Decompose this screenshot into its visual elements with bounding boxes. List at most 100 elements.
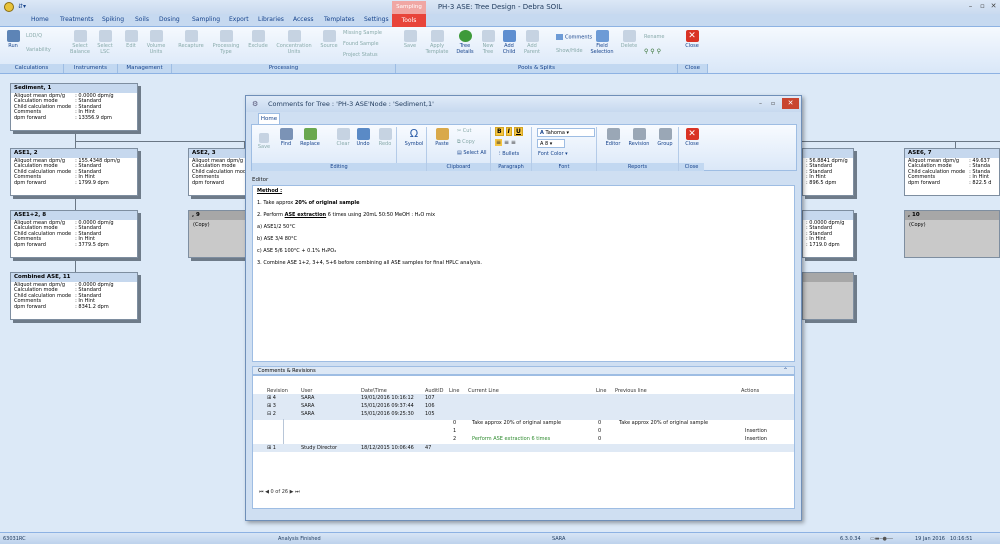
font-name-select[interactable]: A Tahoma ▾ bbox=[537, 128, 595, 137]
table-row[interactable]: ⊞ 4 bbox=[267, 395, 276, 401]
tree-node-copy-10[interactable]: , 10 (Copy) bbox=[904, 210, 1000, 258]
tab-soils[interactable]: Soils bbox=[135, 16, 149, 23]
bold-button[interactable]: B bbox=[495, 127, 504, 136]
align-left-icon[interactable]: ≡ bbox=[495, 139, 503, 146]
edit-button[interactable]: Edit bbox=[121, 30, 141, 49]
search-icons[interactable]: ⚲ ⚲ ⚲ bbox=[644, 48, 676, 56]
editor-button[interactable]: Editor bbox=[602, 128, 624, 147]
lodq-button[interactable]: LOD/Q bbox=[26, 33, 42, 39]
add-parent-button[interactable]: Add Parent bbox=[522, 30, 542, 55]
tree-node-copy-9[interactable]: , 9 (Copy) bbox=[188, 210, 248, 258]
tab-spiking[interactable]: Spiking bbox=[102, 16, 124, 23]
editor-line: c) ASE 5/6 100°C + 0.1% H₃PO₄ bbox=[257, 248, 337, 254]
tree-node-ase6[interactable]: ASE6, 7 Aliquot mean dpm/g: 49.637 Calcu… bbox=[904, 148, 1000, 196]
status-bar: 63031RC Analysis Finished SARA 6.3.0.34 … bbox=[0, 532, 1000, 544]
collapse-icon[interactable]: ⌃ bbox=[783, 367, 788, 375]
maximize-icon[interactable]: ▫ bbox=[978, 2, 987, 10]
symbol-button[interactable]: Ω Symbol bbox=[403, 128, 425, 148]
tree-node-ase1-2[interactable]: ASE1+2, 8 Aliquot mean dpm/g: 0.0000 dpm… bbox=[10, 210, 138, 258]
concentration-units-button[interactable]: Concentration Units bbox=[273, 30, 315, 55]
delete-button[interactable]: Delete bbox=[619, 30, 639, 49]
tab-home[interactable]: Home bbox=[31, 16, 49, 23]
new-tree-button[interactable]: New Tree bbox=[478, 30, 498, 55]
run-button[interactable]: Run bbox=[4, 30, 22, 49]
pager[interactable]: ⏮ ◀ 0 of 26 ▶ ⏭ bbox=[259, 489, 329, 498]
copy-button[interactable]: ⧉ Copy bbox=[457, 139, 475, 145]
tab-sampling[interactable]: Sampling bbox=[192, 16, 220, 23]
processing-type-button[interactable]: Processing Type bbox=[209, 30, 243, 55]
tree-node-ase5-6[interactable]: : 0.0000 dpm/g : Standard : Standard : I… bbox=[802, 210, 854, 258]
select-all-button[interactable]: ▤ Select All bbox=[457, 150, 487, 156]
tree-node-ase1[interactable]: ASE1, 2 Aliquot mean dpm/g: 155.4348 dpm… bbox=[10, 148, 138, 196]
tab-treatments[interactable]: Treatments bbox=[60, 16, 94, 23]
tab-libraries[interactable]: Libraries bbox=[258, 16, 284, 23]
field-selection-button[interactable]: Field Selection bbox=[589, 30, 615, 55]
table-row[interactable]: ⊟ 2 bbox=[267, 411, 276, 417]
tree-node-gray[interactable] bbox=[802, 272, 854, 320]
revisions-grid[interactable]: Revision User Date\Time AuditID Line Cur… bbox=[252, 375, 795, 509]
tab-access[interactable]: Access bbox=[293, 16, 314, 23]
paste-button[interactable]: Paste bbox=[433, 128, 451, 147]
source-button[interactable]: Source bbox=[318, 30, 340, 49]
tab-home[interactable]: Home bbox=[258, 113, 280, 124]
clear-button[interactable]: Clear bbox=[334, 128, 352, 147]
tree-node-ase5[interactable]: : 56.8841 dpm/g : Standard : Standard : … bbox=[802, 148, 854, 196]
undo-button[interactable]: Undo bbox=[354, 128, 372, 147]
table-row[interactable]: ⊞ 1 bbox=[267, 445, 276, 451]
missing-sample-button[interactable]: Missing Sample bbox=[343, 30, 382, 36]
dialog-close-icon[interactable]: ✕ bbox=[782, 98, 799, 109]
tab-dosing[interactable]: Dosing bbox=[159, 16, 180, 23]
font-size-select[interactable]: A 8 ▾ bbox=[537, 139, 565, 148]
rev-cell: 1 bbox=[272, 445, 276, 451]
italic-button[interactable]: I bbox=[505, 127, 512, 136]
comments-button[interactable]: Comments bbox=[556, 34, 592, 41]
tree-node-sediment[interactable]: Sediment, 1 Aliquot mean dpm/g: 0.0000 d… bbox=[10, 83, 138, 131]
cut-button[interactable]: ✂ Cut bbox=[457, 128, 471, 134]
minimize-icon[interactable]: – bbox=[966, 2, 975, 10]
found-sample-button[interactable]: Found Sample bbox=[343, 41, 379, 47]
tab-tools[interactable]: Tools bbox=[392, 14, 426, 27]
comments-dialog[interactable]: ⚙ Comments for Tree : 'PH-3 ASE'Node : '… bbox=[245, 95, 802, 521]
zoom-slider[interactable]: ▭▬─●── bbox=[870, 536, 893, 542]
recapture-button[interactable]: Recapture bbox=[176, 30, 206, 49]
comment-editor[interactable]: Method : 1. Take approx 20% of original … bbox=[252, 185, 795, 362]
tree-node-ase2[interactable]: ASE2, 3 Aliquot mean dpm/g Calculation m… bbox=[188, 148, 249, 196]
align-right-icon[interactable]: ≡ bbox=[511, 139, 516, 146]
redo-button[interactable]: Redo bbox=[376, 128, 394, 147]
close-window-icon[interactable]: ✕ bbox=[989, 2, 998, 10]
editor-line: b) ASE 3/4 80°C bbox=[257, 236, 298, 242]
rename-button[interactable]: Rename bbox=[644, 34, 665, 40]
exclude-button[interactable]: Exclude bbox=[246, 30, 270, 49]
underline-button[interactable]: U bbox=[514, 127, 523, 136]
group-instruments: Instruments bbox=[64, 64, 118, 73]
volume-units-button[interactable]: Volume Units bbox=[144, 30, 168, 55]
select-lsc-button[interactable]: Select LSC bbox=[95, 30, 115, 55]
group-button[interactable]: Group bbox=[654, 128, 676, 147]
variability-button[interactable]: Variability bbox=[26, 47, 51, 53]
find-button[interactable]: Find bbox=[276, 128, 296, 147]
select-balance-button[interactable]: Select Balance bbox=[68, 30, 92, 55]
tree-details-button[interactable]: Tree Details bbox=[454, 30, 476, 55]
revision-button[interactable]: Revision bbox=[626, 128, 652, 147]
table-row[interactable]: ⊞ 3 bbox=[267, 403, 276, 409]
tree-node-combined-ase[interactable]: Combined ASE, 11 Aliquot mean dpm/g: 0.0… bbox=[10, 272, 138, 320]
bullets-button[interactable]: ⁝ Bullets bbox=[499, 151, 519, 157]
tab-export[interactable]: Export bbox=[229, 16, 249, 23]
tab-templates[interactable]: Templates bbox=[324, 16, 355, 23]
dialog-minimize-icon[interactable]: – bbox=[759, 100, 762, 107]
save-button[interactable]: Save bbox=[400, 30, 420, 49]
group-clipboard: Clipboard bbox=[427, 163, 490, 171]
font-color-button[interactable]: Font Color ▾ bbox=[538, 151, 568, 157]
add-child-button[interactable]: Add Child bbox=[500, 30, 518, 55]
tab-settings[interactable]: Settings bbox=[364, 16, 389, 23]
dialog-save-button[interactable]: Save bbox=[255, 133, 273, 150]
align-center-icon[interactable]: ≡ bbox=[504, 139, 509, 146]
dialog-maximize-icon[interactable]: ▫ bbox=[771, 100, 775, 107]
apply-template-button[interactable]: Apply Template bbox=[423, 30, 451, 55]
node-fields: Aliquot mean dpm/g Calculation mode Chil… bbox=[192, 158, 249, 186]
replace-button[interactable]: Replace bbox=[298, 128, 322, 147]
dialog-close-button[interactable]: ✕ Close bbox=[682, 128, 702, 147]
show-hide-button[interactable]: Show/Hide bbox=[556, 48, 583, 54]
project-status-button[interactable]: Project Status bbox=[343, 52, 378, 58]
close-ribbon-button[interactable]: ✕ Close bbox=[681, 30, 703, 49]
